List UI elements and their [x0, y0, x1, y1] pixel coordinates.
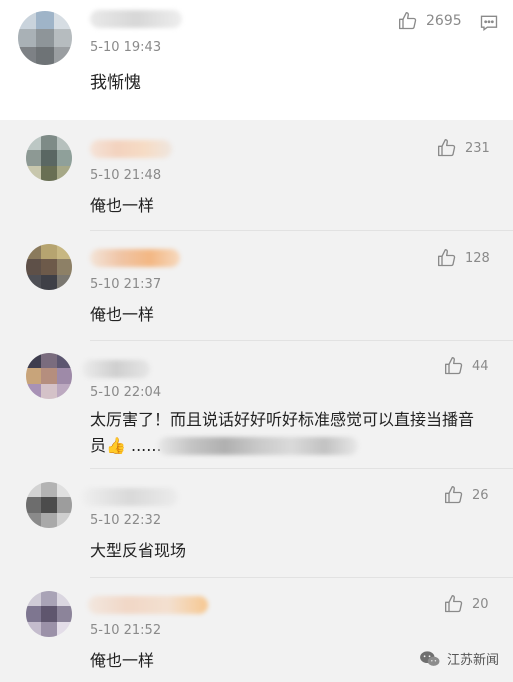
like-button[interactable]: 231 — [437, 138, 490, 158]
watermark: 江苏新闻 — [419, 649, 499, 668]
username-blurred[interactable] — [90, 249, 180, 267]
avatar[interactable] — [26, 482, 72, 528]
reply-text: 俺也一样 — [90, 196, 155, 215]
like-count: 2695 — [426, 13, 462, 29]
like-button[interactable]: 128 — [437, 248, 490, 268]
reply-text: 俺也一样 — [90, 305, 155, 324]
reply-time: 5-10 21:52 — [90, 623, 162, 638]
reply-time: 5-10 21:37 — [90, 277, 162, 292]
username-blurred[interactable] — [88, 596, 208, 614]
divider — [90, 230, 513, 231]
comment-time: 5-10 19:43 — [90, 40, 162, 55]
like-count: 26 — [472, 487, 489, 503]
divider — [90, 468, 513, 469]
like-button[interactable]: 26 — [444, 485, 489, 505]
wechat-icon — [420, 650, 440, 666]
thumbs-up-icon — [445, 595, 463, 613]
thumbs-up-icon — [438, 139, 456, 157]
reply-time: 5-10 21:48 — [90, 168, 162, 183]
avatar[interactable] — [26, 244, 72, 290]
reply-time: 5-10 22:32 — [90, 513, 162, 528]
username-blurred[interactable] — [90, 140, 172, 158]
like-count: 20 — [472, 596, 489, 612]
like-button[interactable]: 2695 — [398, 11, 462, 31]
watermark-label: 江苏新闻 — [446, 653, 499, 668]
avatar[interactable] — [26, 135, 72, 181]
thumbs-up-icon — [438, 249, 456, 267]
reply-text-line-1: 太厉害了！而且说话好好听好标准感觉可以直接当播音 — [90, 410, 475, 429]
thumbs-up-icon — [399, 12, 417, 30]
main-comment: 5-10 19:43 2695 我惭愧 — [0, 0, 513, 110]
username-blurred[interactable] — [90, 10, 182, 28]
replies-section: 5-10 21:48 231 俺也一样 5-10 21:37 128 俺也一样 — [0, 120, 513, 682]
reply-text: 俺也一样 — [90, 651, 155, 670]
divider — [90, 340, 513, 341]
thumbs-up-icon — [445, 357, 463, 375]
like-button[interactable]: 44 — [444, 356, 489, 376]
comment-icon[interactable] — [479, 13, 499, 33]
comment-text: 我惭愧 — [90, 73, 141, 93]
avatar[interactable] — [18, 11, 72, 65]
like-button[interactable]: 20 — [444, 594, 489, 614]
thumbs-up-icon — [445, 486, 463, 504]
username-blurred[interactable] — [82, 488, 178, 506]
like-count: 44 — [472, 358, 489, 374]
divider — [90, 577, 513, 578]
reply-text: 大型反省现场 — [90, 541, 187, 560]
like-count: 231 — [465, 140, 490, 156]
username-blurred[interactable] — [82, 360, 150, 378]
reply-time: 5-10 22:04 — [90, 385, 162, 400]
reply-text-line-2: 员👍 ...... — [90, 436, 162, 455]
avatar[interactable] — [26, 353, 72, 399]
blurred-mention[interactable] — [158, 437, 358, 455]
avatar[interactable] — [26, 591, 72, 637]
like-count: 128 — [465, 250, 490, 266]
